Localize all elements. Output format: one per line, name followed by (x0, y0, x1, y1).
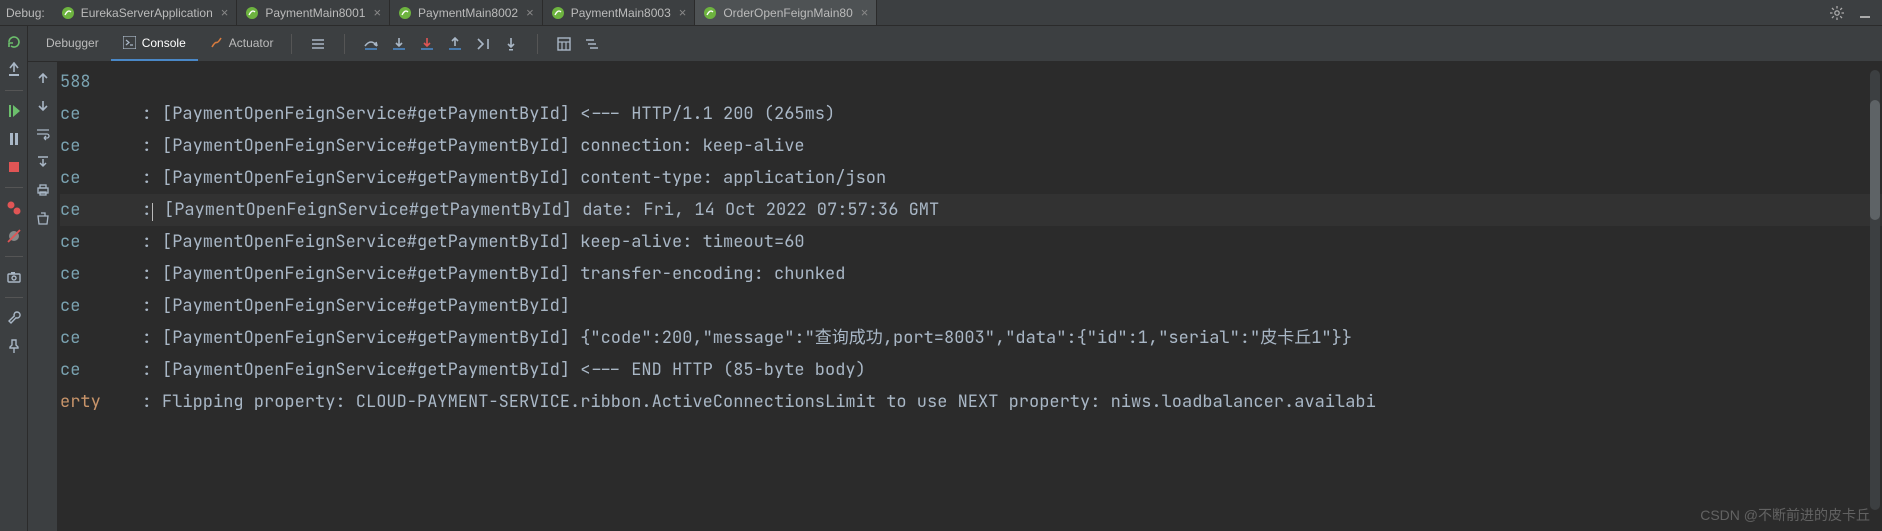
step-into-icon[interactable] (391, 36, 407, 52)
tab-label: Console (142, 36, 186, 50)
run-tab-label: OrderOpenFeignMain80 (723, 6, 852, 20)
gear-icon[interactable] (1830, 6, 1844, 20)
spring-icon (245, 6, 259, 20)
run-to-cursor-icon[interactable] (503, 36, 519, 52)
console-icon (123, 36, 136, 49)
actuator-icon (210, 36, 223, 49)
stop-icon[interactable] (6, 159, 22, 175)
scrollbar-thumb[interactable] (1870, 100, 1880, 220)
mute-breakpoints-icon[interactable] (6, 228, 22, 244)
spring-icon (398, 6, 412, 20)
close-icon[interactable]: × (677, 5, 687, 20)
run-tab-p8003[interactable]: PaymentMain8003 × (543, 0, 696, 25)
spring-icon (551, 6, 565, 20)
run-tab-label: EurekaServerApplication (81, 6, 213, 20)
run-tab-p8001[interactable]: PaymentMain8001 × (237, 0, 390, 25)
spring-icon (703, 6, 717, 20)
scroll-down-icon[interactable] (35, 98, 51, 114)
separator (537, 34, 538, 54)
pause-icon[interactable] (6, 131, 22, 147)
resume-icon[interactable] (6, 103, 22, 119)
vertical-scrollbar[interactable] (1870, 70, 1880, 510)
pin-icon[interactable] (6, 338, 22, 354)
evaluate-icon[interactable] (556, 36, 572, 52)
debug-label: Debug: (0, 6, 53, 20)
force-step-into-icon[interactable] (419, 36, 435, 52)
console-tab[interactable]: Console (111, 26, 198, 61)
view-breakpoints-icon[interactable] (6, 200, 22, 216)
run-tab-p8002[interactable]: PaymentMain8002 × (390, 0, 543, 25)
minimize-icon[interactable] (1858, 6, 1872, 20)
tab-label: Actuator (229, 36, 274, 50)
close-icon[interactable]: × (219, 5, 229, 20)
run-tab-order80[interactable]: OrderOpenFeignMain80 × (695, 0, 877, 25)
spring-icon (61, 6, 75, 20)
run-config-tab-bar: Debug: EurekaServerApplication × Payment… (0, 0, 1882, 26)
step-out-icon[interactable] (447, 36, 463, 52)
settings-wrench-icon[interactable] (6, 310, 22, 326)
step-over-icon[interactable] (363, 36, 379, 52)
run-tab-label: PaymentMain8001 (265, 6, 365, 20)
separator (344, 34, 345, 54)
scroll-up-icon[interactable] (35, 70, 51, 86)
watermark: CSDN @不断前进的皮卡丘 (1700, 505, 1870, 525)
actuator-tab[interactable]: Actuator (198, 26, 286, 61)
console-output[interactable]: 588ce : [PaymentOpenFeignService#getPaym… (58, 62, 1882, 531)
threads-icon[interactable] (310, 36, 326, 52)
close-icon[interactable]: × (524, 5, 534, 20)
rerun-icon[interactable] (6, 34, 22, 50)
update-icon[interactable] (6, 62, 22, 78)
run-tab-label: PaymentMain8002 (418, 6, 518, 20)
close-icon[interactable]: × (859, 5, 869, 20)
separator (291, 34, 292, 54)
clear-icon[interactable] (35, 210, 51, 226)
debug-toolbar (0, 26, 28, 531)
soft-wrap-icon[interactable] (35, 126, 51, 142)
trace-icon[interactable] (584, 36, 600, 52)
drop-frame-icon[interactable] (475, 36, 491, 52)
run-tab-label: PaymentMain8003 (571, 6, 671, 20)
print-icon[interactable] (35, 182, 51, 198)
console-toolbar (28, 62, 58, 531)
debugger-tab[interactable]: Debugger (34, 26, 111, 61)
tab-label: Debugger (46, 36, 99, 50)
camera-icon[interactable] (6, 269, 22, 285)
close-icon[interactable]: × (371, 5, 381, 20)
scroll-to-end-icon[interactable] (35, 154, 51, 170)
run-tab-eureka[interactable]: EurekaServerApplication × (53, 0, 238, 25)
debugger-subtabs: Debugger Console Actuator (28, 26, 1882, 62)
